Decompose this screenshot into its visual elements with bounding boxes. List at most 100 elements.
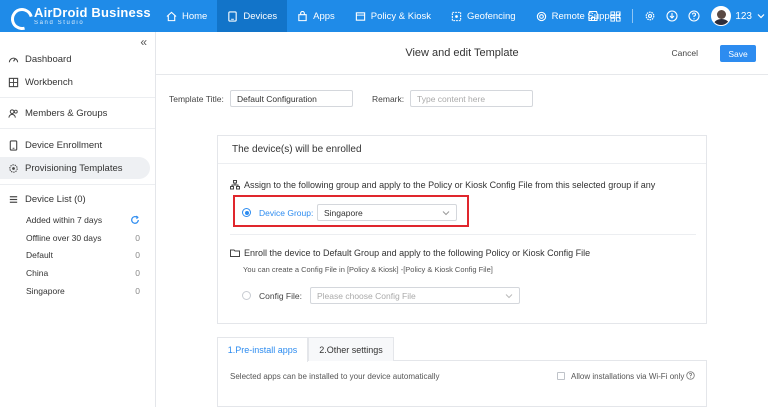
nav-geofencing-label: Geofencing	[466, 10, 516, 22]
nav-devices-label: Devices	[243, 10, 278, 22]
config-file-hint: You can create a Config File in [Policy …	[243, 265, 493, 274]
sidebar-item-workbench[interactable]: Workbench	[0, 71, 150, 93]
help-icon	[688, 10, 700, 22]
airdroid-logo-icon	[8, 5, 30, 27]
nav-geofencing[interactable]: Geofencing	[441, 0, 526, 32]
option-assign-group-label: Assign to the following group and apply …	[244, 180, 656, 190]
remote-support-icon	[536, 11, 546, 21]
sidebar-item-label: Members & Groups	[25, 107, 108, 119]
nav-home[interactable]: Home	[156, 0, 217, 32]
geofencing-icon	[451, 11, 462, 21]
store-button[interactable]	[582, 0, 604, 32]
chevron-down-icon	[757, 14, 765, 19]
device-group-china[interactable]: China 0	[26, 265, 140, 281]
device-group-label: Added within 7 days	[26, 215, 103, 225]
chevron-down-icon	[505, 293, 513, 298]
device-group-label: Default	[26, 250, 53, 260]
tab-pre-install-apps[interactable]: 1.Pre-install apps	[217, 337, 308, 362]
device-group-offline-over-30-days[interactable]: Offline over 30 days 0	[26, 230, 140, 246]
nav-policy-kiosk[interactable]: Policy & Kiosk	[345, 0, 441, 32]
sidebar-item-label: Dashboard	[25, 53, 72, 65]
device-group-count: 0	[135, 268, 140, 278]
option-divider	[230, 234, 696, 235]
members-icon	[8, 108, 18, 118]
sidebar-item-provisioning-templates[interactable]: Provisioning Templates	[0, 157, 150, 179]
grid-menu-icon	[610, 10, 621, 22]
sidebar-item-device-enrollment[interactable]: Device Enrollment	[0, 134, 150, 156]
sidebar-divider	[0, 184, 155, 185]
option-default-group-text: Enroll the device to Default Group and a…	[230, 248, 590, 258]
tab-other-settings[interactable]: 2.Other settings	[308, 337, 394, 361]
sidebar-item-dashboard[interactable]: Dashboard	[0, 48, 150, 70]
page-header: View and edit Template Cancel Save	[156, 32, 768, 75]
sidebar-divider	[0, 97, 155, 98]
menu-button[interactable]	[604, 0, 626, 32]
template-form: Template Title: Default Configuration Re…	[156, 75, 768, 407]
enrollment-icon	[9, 139, 18, 151]
store-icon	[588, 10, 599, 22]
device-group-default[interactable]: Default 0	[26, 247, 140, 263]
device-group-count: 0	[135, 250, 140, 260]
download-icon	[666, 10, 678, 22]
brand-name: AirDroid Business	[34, 5, 151, 20]
remark-input[interactable]: Type content here	[410, 90, 533, 107]
help-icon[interactable]	[686, 371, 695, 380]
refresh-icon[interactable]	[130, 215, 140, 225]
settings-button[interactable]	[639, 0, 661, 32]
gear-icon	[645, 11, 655, 21]
device-group-singapore[interactable]: Singapore 0	[26, 283, 140, 299]
highlight-box	[233, 195, 469, 227]
sidebar-item-label: Workbench	[25, 76, 73, 88]
templates-icon	[9, 163, 18, 173]
template-title-input[interactable]: Default Configuration	[230, 90, 353, 107]
collapse-sidebar-icon[interactable]: «	[140, 35, 147, 49]
option-assign-group-text: Assign to the following group and apply …	[230, 180, 655, 190]
nav-policy-kiosk-label: Policy & Kiosk	[370, 10, 431, 22]
device-group-count: 0	[135, 286, 140, 296]
top-bar-separator	[632, 9, 634, 23]
config-file-select-placeholder: Please choose Config File	[317, 290, 416, 301]
config-file-radio[interactable]	[242, 291, 251, 300]
config-file-select[interactable]: Please choose Config File	[310, 287, 520, 304]
hierarchy-icon	[230, 180, 240, 190]
device-list-icon	[9, 195, 18, 203]
nav-home-label: Home	[182, 10, 208, 22]
avatar[interactable]	[711, 6, 732, 26]
remark-label: Remark:	[372, 94, 405, 104]
sidebar: « Dashboard Workbench Members & Groups D…	[0, 32, 156, 407]
sidebar-item-members-groups[interactable]: Members & Groups	[0, 102, 150, 124]
enroll-panel: The device(s) will be enrolled Assign to…	[217, 135, 707, 324]
cancel-button[interactable]: Cancel	[672, 48, 698, 58]
user-name[interactable]: 123	[735, 11, 752, 22]
brand-subtitle: Sand Studio	[34, 20, 85, 26]
top-right-actions: 123	[582, 0, 768, 32]
nav-apps[interactable]: Apps	[287, 0, 345, 32]
device-group-count: 0	[135, 233, 140, 243]
sidebar-item-device-list[interactable]: Device List (0)	[0, 188, 150, 210]
top-bar: AirDroid Business Sand Studio Home Devic…	[0, 0, 768, 32]
sidebar-item-label: Provisioning Templates	[25, 162, 123, 174]
device-group-label: China	[26, 268, 49, 278]
brand[interactable]: AirDroid Business Sand Studio	[0, 0, 156, 32]
option-default-group-label: Enroll the device to Default Group and a…	[244, 248, 591, 258]
nav-apps-label: Apps	[313, 10, 335, 22]
wifi-only-label: Allow installations via Wi-Fi only	[571, 372, 685, 381]
sidebar-item-label: Device List (0)	[25, 193, 86, 205]
save-button[interactable]: Save	[720, 45, 756, 62]
folder-icon	[230, 249, 240, 257]
help-button[interactable]	[683, 0, 705, 32]
wifi-only-checkbox[interactable]	[557, 372, 565, 380]
workbench-icon	[8, 77, 19, 87]
devices-icon	[228, 10, 238, 22]
device-group-label: Singapore	[26, 286, 65, 296]
download-button[interactable]	[661, 0, 683, 32]
sidebar-divider	[0, 128, 155, 129]
settings-tabs: 1.Pre-install apps 2.Other settings	[217, 337, 707, 362]
pre-install-description: Selected apps can be installed to your d…	[230, 372, 440, 381]
nav-devices[interactable]: Devices	[217, 0, 288, 32]
policy-icon	[355, 11, 365, 21]
device-group-added-within-7-days[interactable]: Added within 7 days	[26, 212, 140, 228]
config-file-label: Config File:	[259, 291, 302, 301]
user-menu-button[interactable]	[754, 0, 768, 32]
dashboard-icon	[8, 57, 19, 62]
